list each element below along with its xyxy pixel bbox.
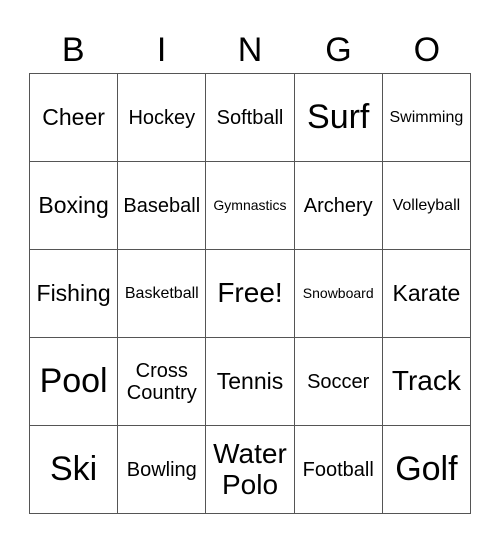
bingo-cell[interactable]: Tennis (206, 338, 295, 426)
bingo-cell[interactable]: Baseball (118, 162, 207, 250)
bingo-cell[interactable]: Snowboard (294, 250, 383, 338)
bingo-cell[interactable]: Golf (382, 426, 471, 514)
bingo-cell[interactable]: Cross Country (118, 338, 207, 426)
bingo-cell[interactable]: Surf (294, 74, 383, 162)
header-letter-n: N (237, 31, 263, 69)
header-letter-g: G (325, 31, 352, 69)
bingo-cell[interactable]: Bowling (118, 426, 207, 514)
bingo-cell[interactable]: Soccer (294, 338, 383, 426)
bingo-grid: Cheer Hockey Softball Surf Swimming Boxing Bas… (29, 73, 471, 514)
bingo-cell[interactable]: Water Polo (206, 426, 295, 514)
bingo-cell[interactable]: Pool (30, 338, 119, 426)
bingo-cell[interactable]: Boxing (30, 162, 119, 250)
bingo-cell[interactable]: Softball (206, 74, 295, 162)
bingo-header: B I N G O (29, 28, 471, 72)
bingo-cell[interactable]: Swimming (382, 74, 471, 162)
bingo-cell[interactable]: Volleyball (382, 162, 471, 250)
bingo-cell[interactable]: Archery (294, 162, 383, 250)
bingo-cell[interactable]: Karate (382, 250, 471, 338)
bingo-cell[interactable]: Gymnastics (206, 162, 295, 250)
bingo-cell[interactable]: Free! (206, 250, 295, 338)
header-letter-b: B (61, 31, 85, 69)
bingo-cell[interactable]: Fishing (30, 250, 119, 338)
bingo-cell[interactable]: Hockey (118, 74, 207, 162)
header-letter-o: O (413, 31, 441, 69)
bingo-cell[interactable]: Football (294, 426, 383, 514)
bingo-cell[interactable]: Track (382, 338, 471, 426)
bingo-cell[interactable]: Ski (30, 426, 119, 514)
bingo-cell[interactable]: Cheer (30, 74, 119, 162)
bingo-cell[interactable]: Basketball (118, 250, 207, 338)
header-letter-i: I (156, 31, 167, 69)
